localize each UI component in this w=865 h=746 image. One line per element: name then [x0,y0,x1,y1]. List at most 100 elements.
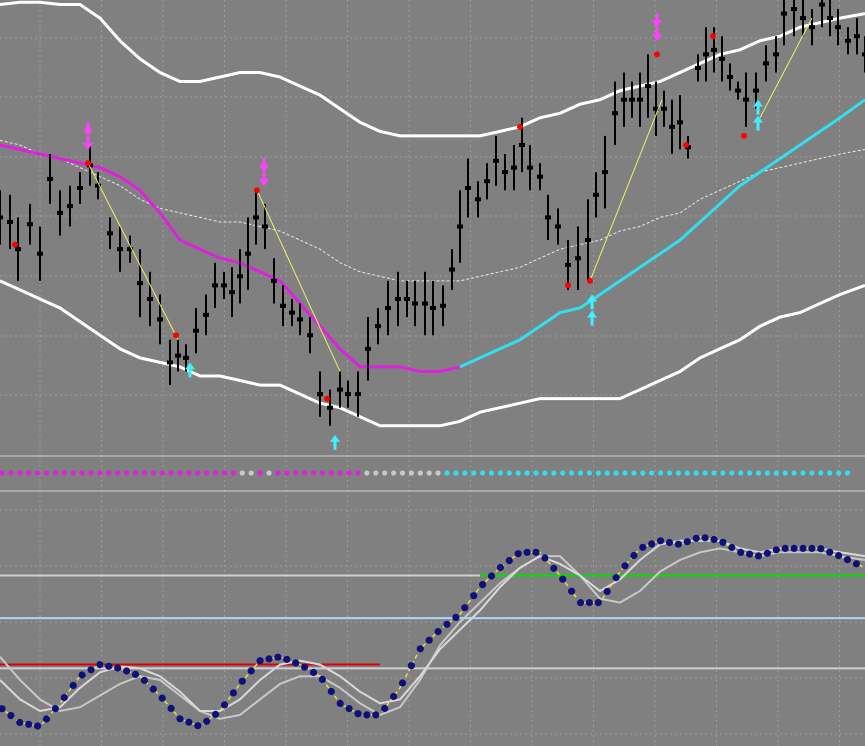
trend-dot [61,470,67,476]
trend-dot [791,470,797,476]
candle-body [271,278,277,283]
candle-body [77,185,83,190]
pivot-low-marker [12,241,18,248]
trend-dot [613,470,619,476]
candle-body [645,84,651,89]
candle-body [629,97,635,102]
candle-body [0,215,3,220]
candle-body [695,65,701,70]
oscillator-dot [283,655,291,664]
oscillator-dot [576,599,585,607]
oscillator-dot [416,645,424,653]
candle-body [430,306,436,311]
oscillator-dot [167,704,175,713]
oscillator-dot [817,545,825,553]
oscillator-dot [826,548,834,556]
trend-dot [221,470,228,476]
oscillator-dot [550,564,558,572]
candle-body [345,392,351,397]
trend-dot [693,470,699,476]
candle-body [661,106,667,111]
candle-body [297,317,303,322]
oscillator-dot [105,662,113,670]
trend-dot [604,470,610,476]
candle-body [735,88,741,93]
oscillator-dot [594,599,602,607]
trend-dot [417,470,423,476]
oscillator-dot [532,548,540,556]
trend-dot [577,470,584,476]
oscillator-dot [781,544,789,553]
oscillator-dot [452,613,460,622]
trend-dot [426,470,432,476]
trend-dot [132,470,139,476]
oscillator-dot [585,599,594,607]
oscillator-dot [7,712,15,720]
candle-body [203,312,209,317]
oscillator-dot [648,540,656,548]
trend-dot [729,470,735,476]
trend-dot [622,470,628,476]
trend-dot [168,470,174,476]
trend-dot [88,470,94,476]
candle-body [809,25,815,30]
candle-body [183,355,189,360]
oscillator-dot [487,572,496,580]
oscillator-dot [247,667,255,675]
candle-body [67,204,73,209]
trend-dot [827,470,833,476]
trend-dot [213,470,219,476]
oscillator-dot [381,704,389,713]
candle-body [253,215,259,220]
trend-dot [106,470,112,476]
candle-body [7,219,13,224]
oscillator-dot [568,587,576,595]
candle-body [157,317,163,322]
oscillator-dot [229,689,237,697]
trend-dot [115,470,121,476]
oscillator-dot [692,534,700,542]
oscillator-dot [443,620,451,628]
oscillator-dot [754,552,763,560]
candle-body [137,281,143,286]
pivot-low-marker [565,282,571,289]
candle-body [545,215,551,220]
candle-body [593,192,599,197]
candle-body [555,224,561,229]
trend-dot [284,470,290,476]
trend-dot [97,470,103,476]
trend-dot [444,470,450,476]
trend-dot [666,470,673,476]
oscillator-dot [541,554,549,562]
chart-canvas[interactable] [0,0,865,746]
trend-dot [675,470,682,476]
trend-dot [79,470,85,476]
trend-dot [310,470,317,476]
candle-body [457,224,463,229]
oscillator-dot [559,575,567,583]
oscillator-dot [621,562,629,570]
trend-dot [702,470,708,476]
trend-dot [124,470,130,476]
oscillator-dot [354,710,362,718]
candle-body [57,210,63,215]
candle-body [221,283,227,288]
oscillator-dot [131,670,140,679]
trend-dot [435,470,441,476]
candle-body [229,290,235,295]
trend-dot [471,470,477,476]
candle-body [167,360,173,365]
candle-body [781,11,787,16]
trend-dot [382,470,388,476]
oscillator-dot [505,557,513,565]
candle-body [669,124,675,129]
candle-body [262,224,268,229]
oscillator-dot [835,552,843,560]
oscillator-dot [657,537,665,545]
trend-dot [747,470,753,476]
candle-body [15,247,21,252]
trend-dot [52,470,59,476]
candle-body [621,97,627,102]
trend-dot [239,470,245,476]
oscillator-dot [799,544,807,553]
